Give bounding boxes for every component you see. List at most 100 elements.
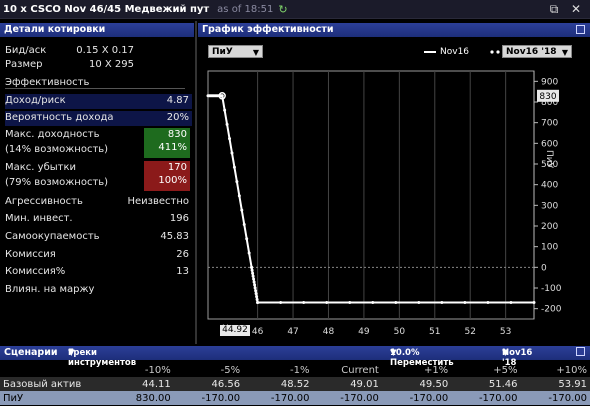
pnl-series-point	[371, 300, 375, 304]
pnl-series-point	[254, 292, 258, 296]
breakeven-value: 45.83	[160, 231, 189, 242]
bidask-value: 0.15 X 0.17	[76, 45, 134, 56]
pnl-series-point	[509, 300, 513, 304]
size-label: Размер	[5, 59, 43, 70]
profit-probability-label: Вероятность дохода	[5, 112, 114, 123]
breakeven-label: Самоокупаемость	[5, 231, 100, 242]
min-investment-row: Мин. инвест. 196	[5, 212, 192, 227]
table-cell: 51.46	[451, 377, 521, 391]
aggressiveness-row: Агрессивность Неизвестно	[5, 195, 192, 210]
commission-row: Комиссия 26	[5, 248, 192, 263]
pnl-series-point	[251, 271, 255, 275]
table-cell: 830.00	[110, 391, 174, 405]
col-header: -5%	[220, 364, 241, 376]
window-titlebar: 10 x CSCO Nov 46/45 Медвежий пут as of 1…	[0, 0, 590, 19]
max-loss-label: Макс. убытки	[5, 162, 76, 173]
pnl-series-point	[228, 137, 232, 141]
x-tick-label: 50	[394, 327, 406, 337]
max-loss-value: 170	[167, 162, 187, 173]
table-cell: 48.52	[243, 377, 313, 391]
bidask-label: Бид/аск	[5, 45, 47, 56]
x-tick-label: 46	[252, 327, 264, 337]
table-cell: -170.00	[381, 391, 452, 405]
margin-impact-label: Влиян. на маржу	[5, 284, 95, 295]
panel-divider[interactable]	[195, 21, 197, 344]
reward-risk-row: Доход/риск 4.87	[5, 94, 192, 109]
margin-impact-row: Влиян. на маржу	[5, 283, 192, 298]
underlying-label: Базовый актив	[0, 377, 110, 391]
scenarios-title: Сценарии	[4, 347, 58, 358]
performance-chart-panel: ПиУ ▼ Nov16 Nov16 '18 ▼ 46 47 48 49 50 51 52 53…	[198, 38, 590, 343]
pnl-series-point	[245, 237, 249, 241]
scenarios-header: Сценарии Греки инструментов ▼ 10.0% Пере…	[0, 346, 590, 368]
pnl-series-point	[532, 300, 536, 304]
popout-icon[interactable]: ⧉	[546, 1, 562, 17]
x-tick-label: 52	[464, 327, 475, 337]
pnl-series-point	[250, 265, 254, 269]
pnl-series-point	[232, 165, 236, 169]
breakeven-row: Самоокупаемость 45.83	[5, 230, 192, 245]
x-tick-label: 47	[287, 327, 298, 337]
pnl-series-point	[242, 222, 246, 226]
table-cell: -170.00	[243, 391, 313, 405]
commission-percent-row: Комиссия% 13	[5, 265, 192, 280]
y-tick-label: 900	[541, 77, 558, 87]
y-axis-label: ПиУ	[544, 150, 554, 169]
table-cell: -170.00	[312, 391, 382, 405]
col-header: +10%	[556, 364, 587, 376]
pnl-series-point	[256, 300, 260, 304]
profit-probability-row: Вероятность дохода 20%	[5, 111, 192, 126]
scenarios-maximize-icon[interactable]	[576, 347, 585, 356]
min-investment-value: 196	[169, 213, 189, 224]
commission-label: Комиссия	[5, 249, 56, 260]
max-loss-box: 170 100%	[144, 161, 190, 191]
max-profit-row: Макс. доходность (14% возможность) 830 4…	[5, 128, 192, 158]
x-tick-label: 51	[429, 327, 440, 337]
pnl-series-point	[302, 300, 306, 304]
col-header: -1%	[289, 364, 310, 376]
pnl-series-point	[253, 286, 257, 290]
max-profit-label: Макс. доходность	[5, 129, 100, 140]
pnl-series-point	[417, 300, 421, 304]
pnl-series-point	[247, 251, 251, 255]
max-profit-sublabel: (14% возможность)	[5, 144, 109, 155]
reward-risk-label: Доход/риск	[5, 95, 66, 106]
max-loss-row: Макс. убытки (79% возможность) 170 100%	[5, 161, 192, 191]
pnl-series-point	[325, 300, 329, 304]
sync-icon[interactable]: ↻	[278, 3, 287, 16]
commission-percent-value: 13	[176, 266, 189, 277]
pnl-series-point	[235, 180, 239, 184]
table-cell: 46.56	[173, 377, 244, 391]
table-cell: -170.00	[520, 391, 590, 405]
y-tick-label: 200	[541, 222, 558, 232]
pnl-series-point	[255, 295, 259, 299]
scenario-header-row: -10% -5% -1% Current +1% +5% +10%	[0, 363, 590, 377]
window-title: 10 x CSCO Nov 46/45 Медвежий пут	[3, 3, 210, 15]
max-loss-percent: 100%	[158, 175, 187, 186]
aggressiveness-label: Агрессивность	[5, 196, 83, 207]
close-icon[interactable]: ✕	[568, 1, 584, 17]
pnl-series-point	[230, 151, 234, 155]
table-row-underlying: Базовый актив 44.11 46.56 48.52 49.01 49…	[0, 377, 590, 391]
x-tick-label: 49	[358, 327, 370, 337]
chevron-down-icon: ▼	[68, 348, 75, 358]
reward-risk-value: 4.87	[166, 95, 189, 106]
pnl-series-point	[463, 300, 467, 304]
pnl-series-point	[440, 300, 444, 304]
col-header: +1%	[423, 364, 449, 376]
table-row-pnl: ПиУ 830.00 -170.00 -170.00 -170.00 -170.…	[0, 391, 590, 405]
bidask-row: Бид/аск 0.15 X 0.17	[5, 44, 192, 59]
pnl-chart[interactable]: 46 47 48 49 50 51 52 53-200-1000100200300400500…	[198, 38, 590, 343]
max-profit-value: 830	[167, 129, 187, 140]
y-tick-label: 300	[541, 201, 558, 211]
size-value: 10 X 295	[88, 59, 134, 70]
col-header: -10%	[144, 364, 171, 376]
quote-details-panel: Бид/аск 0.15 X 0.17 Размер 10 X 295 Эффе…	[0, 38, 194, 338]
current-price-marker[interactable]: 44.92	[220, 325, 250, 336]
pnl-series-point	[237, 194, 241, 198]
pnl-series-point	[223, 108, 227, 112]
min-investment-label: Мин. инвест.	[5, 213, 73, 224]
quote-details-title: Детали котировки	[4, 24, 106, 35]
max-profit-percent: 411%	[158, 142, 187, 153]
panel-maximize-icon[interactable]	[576, 25, 585, 34]
